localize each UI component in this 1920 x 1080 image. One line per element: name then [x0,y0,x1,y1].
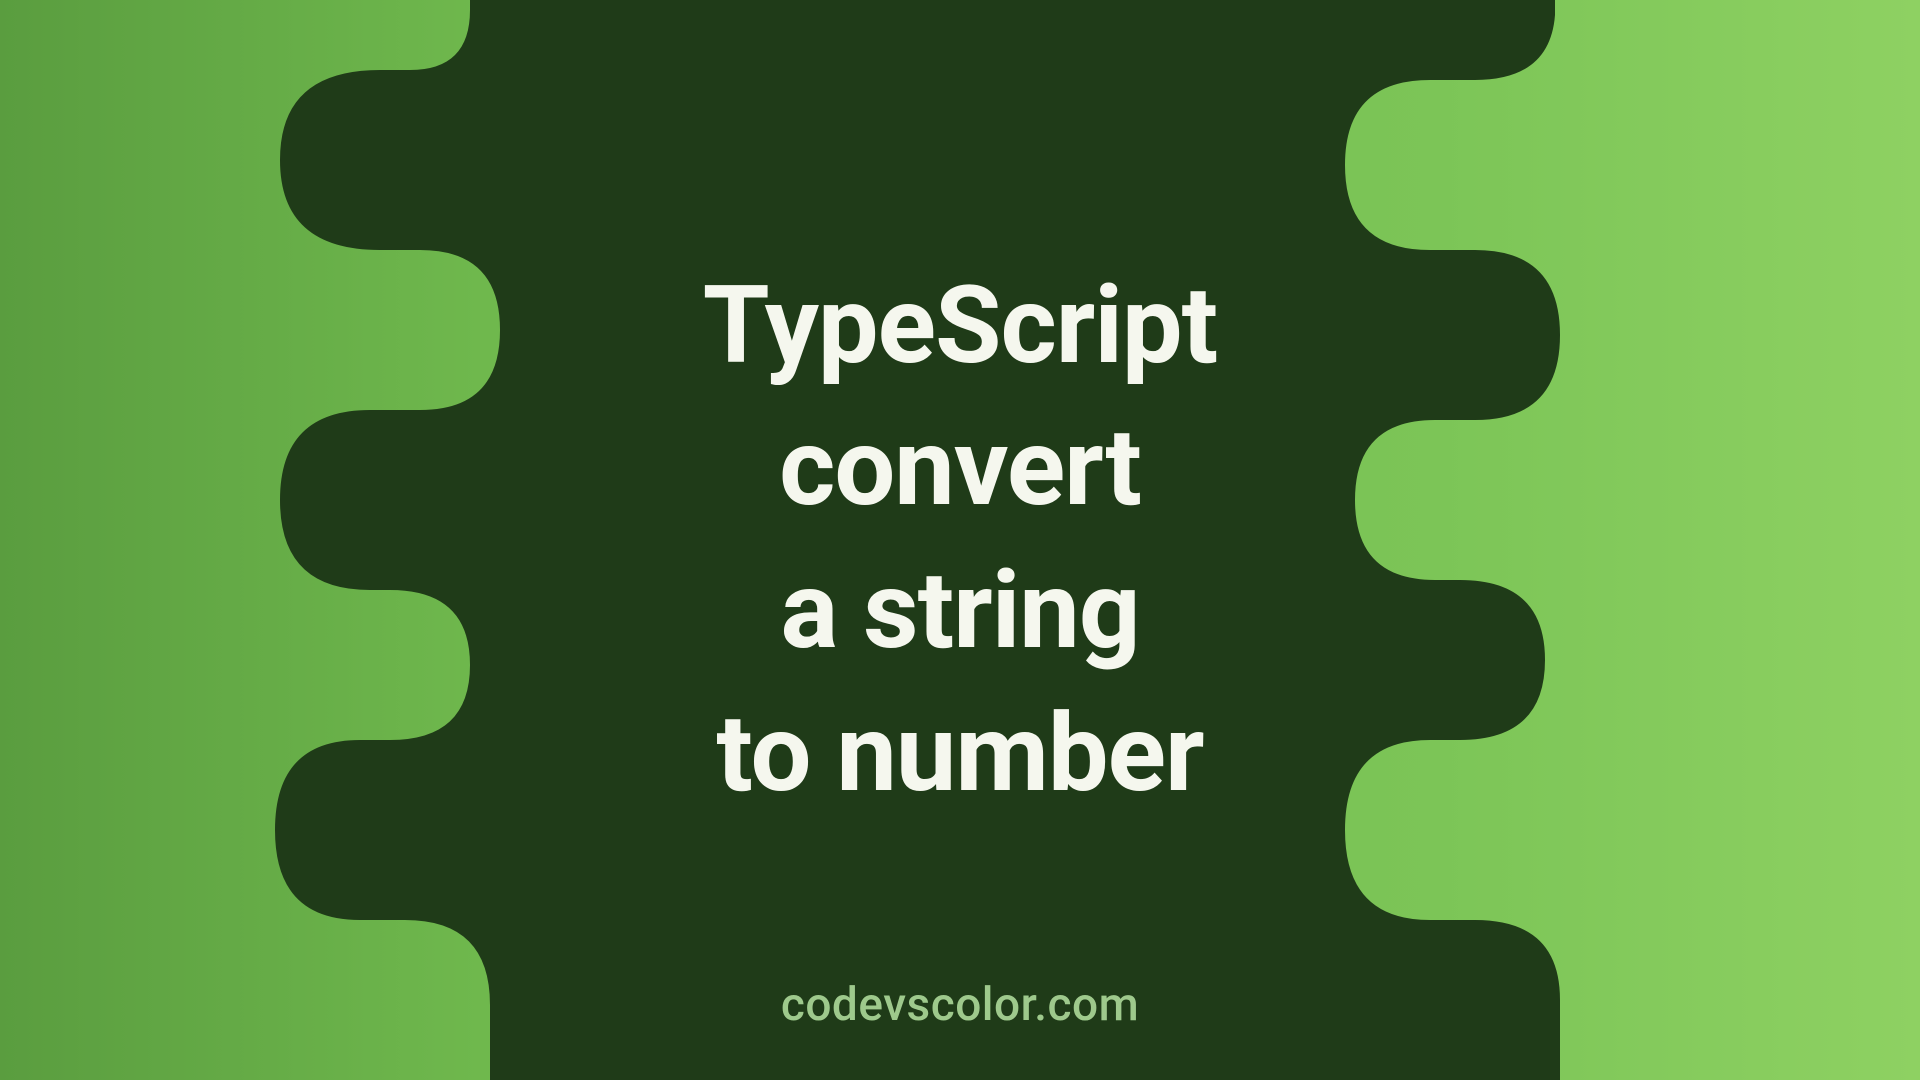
footer: codevscolor.com [781,978,1139,1032]
title-line-3: a string [780,548,1139,674]
title-line-2: convert [779,405,1141,531]
content-area: TypeScript convert a string to number [0,0,1920,1080]
page-title: TypeScript convert a string to number [703,255,1217,825]
title-line-1: TypeScript [703,263,1217,389]
title-line-4: to number [716,691,1203,817]
site-name: codevscolor.com [781,978,1139,1032]
